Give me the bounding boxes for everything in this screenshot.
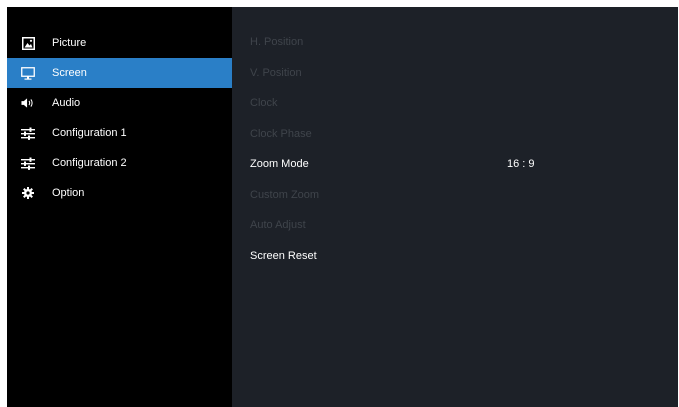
zoom-mode-value: 16 : 9 [507, 158, 535, 170]
speaker-icon [21, 96, 35, 110]
menu-item-configuration-1[interactable]: Configuration 1 [7, 118, 232, 148]
gear-icon [21, 186, 35, 200]
settings-list: H. Position V. Position Clock Clock Phas… [232, 27, 678, 271]
picture-icon [21, 36, 35, 50]
menu-item-label: Picture [52, 37, 87, 49]
setting-v-position: V. Position [232, 58, 678, 89]
menu-item-label: Configuration 1 [52, 127, 127, 139]
menu-item-label: Configuration 2 [52, 157, 127, 169]
sliders-icon [21, 156, 35, 170]
menu-item-screen[interactable]: Screen [7, 58, 232, 88]
setting-label: V. Position [250, 66, 302, 79]
menu-item-configuration-2[interactable]: Configuration 2 [7, 148, 232, 178]
setting-clock-phase: Clock Phase [232, 119, 678, 150]
menu-item-option[interactable]: Option [7, 178, 232, 208]
osd-screen: Picture Screen Audio Configuration 1 Con… [7, 7, 678, 407]
setting-zoom-mode[interactable]: Zoom Mode 16 : 9 [232, 149, 678, 180]
menu-item-picture[interactable]: Picture [7, 28, 232, 58]
main-menu: Picture Screen Audio Configuration 1 Con… [7, 28, 232, 208]
monitor-icon [21, 66, 35, 80]
setting-label: Zoom Mode [250, 158, 309, 170]
sliders-icon [21, 126, 35, 140]
setting-label: Clock Phase [250, 127, 312, 140]
main-menu-sidebar: Picture Screen Audio Configuration 1 Con… [7, 7, 232, 407]
setting-screen-reset[interactable]: Screen Reset [232, 241, 678, 272]
screen-settings-panel: H. Position V. Position Clock Clock Phas… [232, 7, 678, 407]
setting-label: Auto Adjust [250, 219, 306, 231]
menu-item-label: Screen [52, 67, 87, 79]
setting-label: Screen Reset [250, 249, 317, 262]
setting-auto-adjust: Auto Adjust [232, 210, 678, 241]
setting-label: Clock [250, 97, 278, 109]
menu-item-label: Option [52, 187, 85, 199]
menu-item-audio[interactable]: Audio [7, 88, 232, 118]
setting-label: Custom Zoom [250, 188, 320, 201]
menu-item-label: Audio [52, 97, 81, 109]
setting-custom-zoom: Custom Zoom [232, 180, 678, 211]
setting-h-position: H. Position [232, 27, 678, 58]
setting-clock: Clock [232, 88, 678, 119]
setting-label: H. Position [250, 36, 304, 48]
